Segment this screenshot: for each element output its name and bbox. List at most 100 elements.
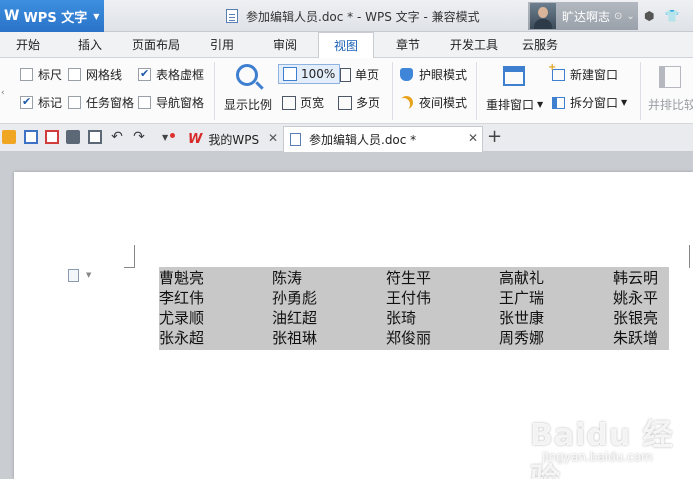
close-icon[interactable]: ✕ bbox=[268, 131, 278, 145]
nav-pane-checkbox[interactable]: 导航窗格 bbox=[138, 94, 204, 111]
tab-page-layout[interactable]: 页面布局 bbox=[132, 32, 180, 58]
name-cell[interactable]: 王广瑞 bbox=[499, 288, 544, 308]
name-cell[interactable]: 油红超 bbox=[272, 308, 317, 328]
tab-chapter[interactable]: 章节 bbox=[396, 32, 420, 58]
name-cell[interactable]: 张琦 bbox=[386, 308, 416, 328]
tab-insert[interactable]: 插入 bbox=[78, 32, 102, 58]
tab-review[interactable]: 审阅 bbox=[273, 32, 297, 58]
app-menu-button[interactable]: W WPS 文字 ▼ bbox=[0, 0, 104, 32]
user-account[interactable]: 旷达啊志 ⊙ ⌄ bbox=[528, 2, 638, 30]
zoom-display-button[interactable]: 显示比例 bbox=[224, 96, 272, 113]
open-folder-icon[interactable] bbox=[2, 130, 16, 144]
chevron-down-icon[interactable]: ▼ bbox=[86, 271, 91, 279]
name-cell[interactable]: 韩云明 bbox=[613, 268, 658, 288]
arrange-windows-button[interactable]: 重排窗口 ▼ bbox=[486, 96, 543, 113]
new-tab-icon[interactable]: + bbox=[487, 126, 502, 147]
name-cell[interactable]: 周秀娜 bbox=[499, 328, 544, 348]
zoom-magnifier-icon[interactable] bbox=[236, 64, 258, 86]
eye-protect-button[interactable]: 护眼模式 bbox=[400, 66, 467, 83]
name-cell[interactable]: 姚永平 bbox=[613, 288, 658, 308]
divider bbox=[214, 62, 215, 120]
chevron-down-icon: ⌄ bbox=[626, 10, 635, 22]
night-mode-label: 夜间模式 bbox=[419, 96, 468, 110]
name-cell[interactable]: 尤录顺 bbox=[159, 308, 204, 328]
marks-label: 标记 bbox=[38, 96, 63, 110]
watermark-sub: jingyan.baidu.com bbox=[542, 450, 653, 464]
page-width-button[interactable]: 页宽 bbox=[282, 94, 324, 111]
name-cell[interactable]: 符生平 bbox=[386, 268, 431, 288]
title-icons: ⬢ 👕 bbox=[644, 0, 679, 32]
name-cell[interactable]: 郑俊丽 bbox=[386, 328, 431, 348]
table-gridlines-checkbox[interactable]: 表格虚框 bbox=[138, 66, 204, 83]
name-cell[interactable]: 朱跃增 bbox=[613, 328, 658, 348]
tab-document-label: 参加编辑人员.doc * bbox=[309, 133, 417, 147]
chevron-left-icon[interactable]: ‹ bbox=[1, 88, 5, 98]
undo-icon[interactable]: ↶ bbox=[110, 130, 124, 144]
zoom-100-button[interactable]: 100% bbox=[278, 64, 341, 84]
notification-dot-icon bbox=[170, 133, 175, 138]
export-pdf-icon[interactable] bbox=[45, 130, 59, 144]
new-window-button[interactable]: 新建窗口 bbox=[548, 62, 618, 83]
ruler-checkbox[interactable]: 标尺 bbox=[20, 66, 62, 83]
name-cell[interactable]: 张永超 bbox=[159, 328, 204, 348]
window-title: 参加编辑人员.doc * - WPS 文字 - 兼容模式 bbox=[226, 0, 480, 32]
tab-document[interactable]: 参加编辑人员.doc * bbox=[283, 126, 483, 152]
checkbox-icon bbox=[68, 96, 81, 109]
user-name: 旷达啊志 bbox=[562, 9, 611, 24]
name-cell[interactable]: 李红伟 bbox=[159, 288, 204, 308]
side-by-side-button[interactable]: 并排比较 bbox=[648, 96, 693, 113]
table-row: 尤录顺 油红超 张琦 张世康 张银亮 bbox=[159, 308, 669, 328]
task-pane-checkbox[interactable]: 任务窗格 bbox=[68, 94, 134, 111]
name-cell[interactable]: 王付伟 bbox=[386, 288, 431, 308]
moon-icon bbox=[400, 96, 413, 109]
print-preview-icon[interactable] bbox=[88, 130, 102, 144]
checkbox-checked-icon bbox=[20, 95, 33, 109]
names-table[interactable]: 曹魁亮 陈涛 符生平 高献礼 韩云明 李红伟 孙勇彪 王付伟 王广瑞 姚永平 尤… bbox=[159, 267, 669, 350]
name-cell[interactable]: 张祖琳 bbox=[272, 328, 317, 348]
tab-view[interactable]: 视图 bbox=[318, 32, 374, 59]
name-cell[interactable]: 曹魁亮 bbox=[159, 268, 204, 288]
divider bbox=[392, 62, 393, 120]
split-window-button[interactable]: 拆分窗口 ▼ bbox=[552, 94, 627, 111]
print-icon[interactable] bbox=[66, 130, 80, 144]
checkbox-icon bbox=[138, 96, 151, 109]
tab-cloud[interactable]: 云服务 bbox=[522, 32, 558, 58]
tab-developer[interactable]: 开发工具 bbox=[450, 32, 498, 58]
chevron-down-icon: ▼ bbox=[93, 11, 100, 21]
table-row: 曹魁亮 陈涛 符生平 高献礼 韩云明 bbox=[159, 268, 669, 288]
single-page-button[interactable]: 单页 bbox=[340, 66, 379, 83]
task-pane-label: 任务窗格 bbox=[86, 96, 135, 110]
single-page-label: 单页 bbox=[355, 68, 380, 82]
marks-checkbox[interactable]: 标记 bbox=[20, 94, 62, 111]
chevron-down-icon[interactable]: ▼ bbox=[162, 133, 168, 142]
arrange-windows-label: 重排窗口 bbox=[486, 98, 535, 112]
night-mode-button[interactable]: 夜间模式 bbox=[400, 94, 467, 111]
title-bar: W WPS 文字 ▼ 参加编辑人员.doc * - WPS 文字 - 兼容模式 … bbox=[0, 0, 693, 32]
arrange-windows-icon[interactable] bbox=[503, 66, 525, 86]
name-cell[interactable]: 张世康 bbox=[499, 308, 544, 328]
checkbox-checked-icon bbox=[138, 67, 151, 81]
tab-home[interactable]: 开始 bbox=[16, 32, 40, 58]
close-icon[interactable]: ✕ bbox=[468, 131, 478, 145]
redo-icon[interactable]: ↷ bbox=[132, 130, 146, 144]
name-cell[interactable]: 孙勇彪 bbox=[272, 288, 317, 308]
paragraph-icon[interactable] bbox=[68, 269, 79, 282]
table-gridlines-label: 表格虚框 bbox=[156, 68, 205, 82]
tab-my-wps[interactable]: W 我的WPS bbox=[182, 126, 282, 152]
multi-page-button[interactable]: 多页 bbox=[338, 94, 380, 111]
gridlines-checkbox[interactable]: 网格线 bbox=[68, 66, 122, 83]
skin-icon[interactable]: 👕 bbox=[664, 9, 679, 23]
feedback-icon[interactable]: ⬢ bbox=[644, 9, 654, 23]
table-row: 张永超 张祖琳 郑俊丽 周秀娜 朱跃增 bbox=[159, 328, 669, 348]
tab-references[interactable]: 引用 bbox=[210, 32, 234, 58]
name-cell[interactable]: 陈涛 bbox=[272, 268, 302, 288]
page-width-label: 页宽 bbox=[300, 96, 325, 110]
chevron-down-icon: ▼ bbox=[621, 98, 628, 107]
nav-pane-label: 导航窗格 bbox=[156, 96, 205, 110]
split-window-label: 拆分窗口 bbox=[570, 96, 619, 110]
divider bbox=[640, 62, 641, 120]
save-icon[interactable] bbox=[24, 130, 38, 144]
name-cell[interactable]: 高献礼 bbox=[499, 268, 544, 288]
name-cell[interactable]: 张银亮 bbox=[613, 308, 658, 328]
side-by-side-icon bbox=[659, 66, 681, 88]
